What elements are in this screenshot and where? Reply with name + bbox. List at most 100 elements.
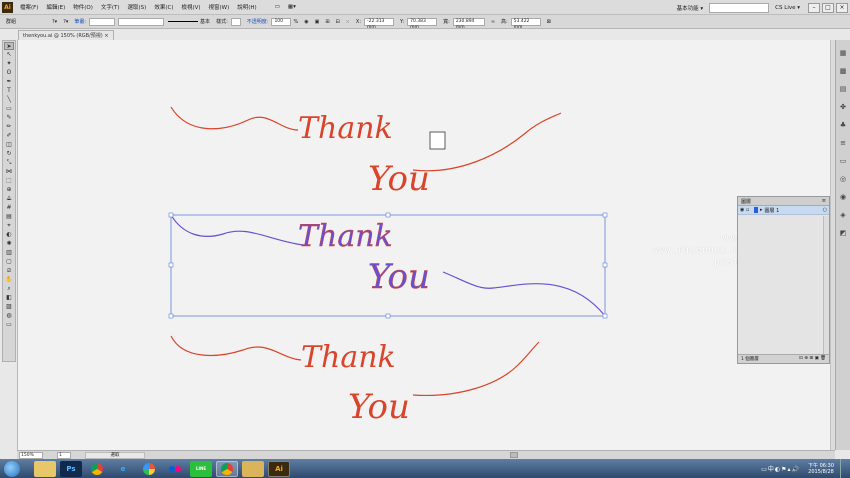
expand-triangle-icon[interactable]: ▸ xyxy=(760,207,763,213)
document-tab[interactable]: thenkyou.ai @ 150% (RGB/預視) × xyxy=(18,30,114,40)
shape-builder-tool-icon[interactable]: ⊕ xyxy=(4,186,14,194)
pen-tool-icon[interactable]: ✒ xyxy=(4,78,14,86)
type-tool-icon[interactable]: T xyxy=(4,87,14,95)
eraser-tool-icon[interactable]: ◫ xyxy=(4,141,14,149)
chrome-active-icon[interactable] xyxy=(216,460,238,477)
picasa-icon[interactable] xyxy=(138,461,160,477)
height-field[interactable]: 53.422 mm xyxy=(510,17,541,30)
menu-edit[interactable]: 編輯(E) xyxy=(42,3,69,11)
y-field[interactable]: 70.383 mm xyxy=(407,17,438,30)
screen-mode-icon[interactable]: ▭ xyxy=(4,321,14,329)
opacity-label[interactable]: 不透明度: xyxy=(247,18,269,25)
symbol-sprayer-tool-icon[interactable]: ✺ xyxy=(4,240,14,248)
lock-toggle-icon[interactable]: ▫ xyxy=(746,207,752,213)
symbols-icon[interactable]: ♣ xyxy=(839,121,848,130)
menu-help[interactable]: 說明(H) xyxy=(233,3,260,11)
paintbrush-tool-icon[interactable]: ✎ xyxy=(4,114,14,122)
search-field[interactable] xyxy=(709,2,770,13)
show-desktop-button[interactable] xyxy=(840,459,846,478)
swatches-icon[interactable]: ▤ xyxy=(839,85,848,94)
layer-name[interactable]: 圖層 1 xyxy=(765,207,780,214)
files-icon[interactable] xyxy=(242,460,264,477)
fill-swatch-icon[interactable]: ?▾ xyxy=(52,19,57,25)
target-circle-icon[interactable]: ○ xyxy=(823,207,827,213)
x-field[interactable]: -22.313 mm xyxy=(364,17,395,30)
folder-icon[interactable] xyxy=(34,460,56,477)
isolate-icon[interactable]: ▣ xyxy=(315,19,320,25)
align-icon[interactable]: ⊞ xyxy=(325,19,329,25)
artwork-bottom[interactable]: Thank You xyxy=(170,335,540,427)
handle-top-right[interactable] xyxy=(602,212,608,218)
handle-bottom-right[interactable] xyxy=(602,313,608,319)
menu-type[interactable]: 文字(T) xyxy=(97,3,124,11)
magic-wand-tool-icon[interactable]: ✦ xyxy=(4,60,14,68)
menu-view[interactable]: 檢視(V) xyxy=(177,3,204,11)
handle-middle-right[interactable] xyxy=(602,262,608,268)
scale-tool-icon[interactable]: ⤡ xyxy=(4,159,14,167)
workspace-switcher[interactable]: 基本功能 ▾ xyxy=(677,4,704,12)
cs-live-menu[interactable]: CS Live ▾ xyxy=(775,5,800,11)
handle-top-center[interactable] xyxy=(385,212,391,218)
flickr-icon[interactable] xyxy=(164,461,186,477)
width-field[interactable]: 230.894 mm xyxy=(452,17,485,30)
menu-select[interactable]: 選取(S) xyxy=(124,3,151,11)
start-button[interactable] xyxy=(4,460,20,477)
width-tool-icon[interactable]: ⋈ xyxy=(4,168,14,176)
brushes-icon[interactable]: ✤ xyxy=(839,103,848,112)
slice-tool-icon[interactable]: ⧄ xyxy=(4,267,14,275)
color-guide-icon[interactable]: ▩ xyxy=(839,67,848,76)
clock[interactable]: 下午 06:30 2015/8/28 xyxy=(808,463,834,475)
bridge-icon[interactable]: ▭ xyxy=(271,4,284,10)
graphic-styles-icon[interactable]: ◈ xyxy=(839,211,848,220)
layer-row[interactable]: ◉ ▫ ▸ 圖層 1 ○ xyxy=(738,206,829,215)
ie-icon[interactable]: e xyxy=(112,461,134,477)
gradient-panel-icon[interactable]: ▭ xyxy=(839,157,848,166)
recolor-artwork-icon[interactable]: ◉ xyxy=(304,19,308,25)
minimize-button[interactable]: – xyxy=(808,2,820,13)
stroke-panel-icon[interactable]: ≡ xyxy=(839,139,848,148)
stroke-swatch-icon[interactable]: ?▾ xyxy=(63,19,68,25)
opacity-field[interactable]: 100 xyxy=(271,17,292,26)
status-readout[interactable]: 選取 xyxy=(85,451,145,459)
menu-window[interactable]: 視窗(W) xyxy=(205,3,234,11)
tray-icons[interactable]: ▭中◐⚑▴🔊 xyxy=(761,464,800,473)
horizontal-scroll-thumb[interactable] xyxy=(510,452,518,458)
line-icon[interactable]: LINE xyxy=(190,460,212,477)
handle-bottom-left[interactable] xyxy=(168,313,174,319)
layers-scrollbar[interactable] xyxy=(823,216,829,355)
ps-icon[interactable]: Ps xyxy=(60,460,82,477)
stroke-weight-field[interactable] xyxy=(89,17,116,26)
menu-file[interactable]: 檔案(F) xyxy=(16,3,42,11)
hand-tool-icon[interactable]: ✋ xyxy=(4,276,14,284)
zoom-tool-icon[interactable]: ⌕ xyxy=(4,285,14,293)
fill-stroke-icon[interactable]: ◧ xyxy=(4,294,14,302)
line-tool-icon[interactable]: ╲ xyxy=(4,96,14,104)
gradient-tool-icon[interactable]: ▤ xyxy=(4,213,14,221)
arrange-documents-icon[interactable]: ▦▾ xyxy=(284,4,300,10)
transparency-icon[interactable]: ◎ xyxy=(839,175,848,184)
artwork-top[interactable]: Thank You xyxy=(170,106,562,199)
close-button[interactable]: × xyxy=(836,2,848,13)
color-panel-icon[interactable]: ▦ xyxy=(839,49,848,58)
artboard-tool-icon[interactable]: ▢ xyxy=(4,258,14,266)
menu-object[interactable]: 物件(O) xyxy=(69,3,97,11)
draw-mode-icon[interactable]: ◍ xyxy=(4,312,14,320)
rotate-tool-icon[interactable]: ↻ xyxy=(4,150,14,158)
style-swatch[interactable] xyxy=(230,17,241,26)
layers-panel-title[interactable]: 圖層 xyxy=(741,199,751,205)
blend-tool-icon[interactable]: ◐ xyxy=(4,231,14,239)
menu-effect[interactable]: 效果(C) xyxy=(150,3,177,11)
pencil-tool-icon[interactable]: ✏ xyxy=(4,123,14,131)
distribute-icon[interactable]: ⊟ xyxy=(336,19,340,25)
eyedropper-tool-icon[interactable]: ⌖ xyxy=(4,222,14,230)
transform-icon[interactable]: ⊠ xyxy=(547,19,551,25)
close-tab-icon[interactable]: × xyxy=(104,33,108,39)
panel-menu-icon[interactable]: ≡ xyxy=(822,198,826,204)
chrome-icon[interactable] xyxy=(86,461,108,477)
lasso-tool-icon[interactable]: ʘ xyxy=(4,69,14,77)
direct-selection-tool-icon[interactable]: ↖ xyxy=(4,51,14,59)
blob-brush-tool-icon[interactable]: ✐ xyxy=(4,132,14,140)
appearance-icon[interactable]: ◉ xyxy=(839,193,848,202)
handle-top-left[interactable] xyxy=(168,212,174,218)
handle-middle-left[interactable] xyxy=(168,262,174,268)
